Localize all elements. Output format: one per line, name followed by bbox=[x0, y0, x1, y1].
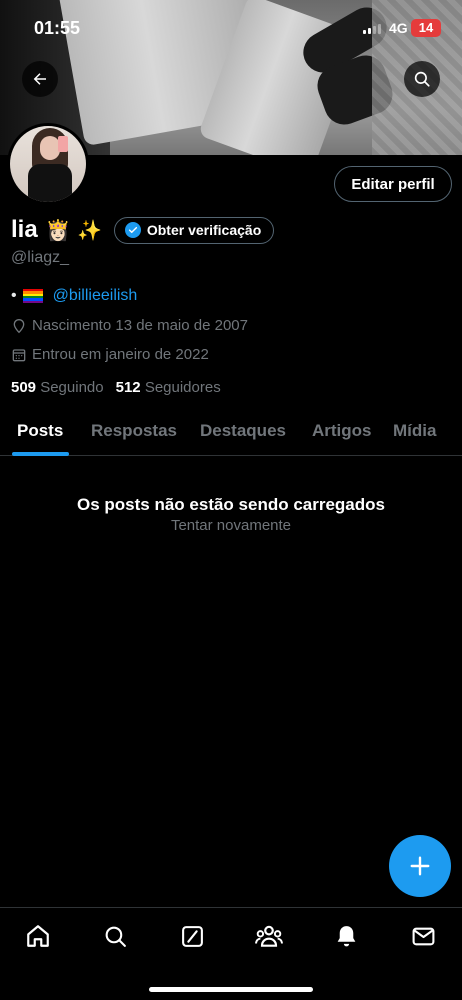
communities-icon bbox=[255, 925, 283, 947]
profile-name-row: lia 👸🏻 ✨ Obter verificação bbox=[11, 215, 275, 245]
nav-search[interactable] bbox=[101, 922, 129, 950]
display-name: lia bbox=[11, 216, 38, 243]
arrow-left-icon bbox=[33, 73, 46, 85]
join-date: Entrou em janeiro de 2022 bbox=[11, 346, 209, 363]
status-time: 01:55 bbox=[34, 18, 81, 38]
profile-bio: • @billieeilish bbox=[11, 287, 137, 305]
followers-label: Seguidores bbox=[144, 379, 221, 396]
grok-icon bbox=[181, 925, 203, 947]
search-button[interactable] bbox=[404, 61, 440, 97]
location-pin-icon bbox=[13, 318, 25, 333]
retry-link[interactable]: Tentar novamente bbox=[0, 517, 462, 534]
calendar-icon bbox=[12, 348, 26, 361]
followers-link[interactable]: 512 Seguidores bbox=[116, 379, 221, 396]
nav-messages[interactable] bbox=[409, 922, 437, 950]
notifications-icon bbox=[337, 926, 355, 947]
bio-mention-link[interactable]: @billieeilish bbox=[53, 287, 138, 305]
network-type: 4G bbox=[389, 20, 408, 36]
name-emoji: 👸🏻 ✨ bbox=[45, 218, 102, 242]
home-indicator[interactable] bbox=[149, 987, 313, 992]
search-icon bbox=[105, 926, 126, 947]
messages-icon bbox=[412, 927, 434, 945]
signal-icon bbox=[363, 24, 381, 34]
nav-grok[interactable] bbox=[178, 922, 206, 950]
tab-media[interactable]: Mídia bbox=[393, 421, 436, 441]
status-bar: 01:55 4G 14 bbox=[0, 14, 462, 44]
tab-highlights[interactable]: Destaques bbox=[200, 421, 286, 441]
tab-replies[interactable]: Respostas bbox=[91, 421, 177, 441]
feed-error-title: Os posts não estão sendo carregados bbox=[77, 495, 385, 514]
back-button[interactable] bbox=[22, 61, 58, 97]
nav-home[interactable] bbox=[24, 922, 52, 950]
avatar[interactable] bbox=[7, 123, 89, 205]
home-icon bbox=[27, 925, 49, 947]
bio-bullet: • bbox=[11, 287, 17, 304]
nav-notifications[interactable] bbox=[332, 922, 360, 950]
compose-post-button[interactable] bbox=[389, 835, 451, 897]
profile-tabs: Posts Respostas Destaques Artigos Mídia bbox=[0, 410, 462, 456]
following-count: 509 bbox=[11, 379, 37, 396]
verified-badge-icon bbox=[124, 222, 141, 238]
get-verified-label: Obter verificação bbox=[146, 222, 262, 238]
tab-posts[interactable]: Posts bbox=[17, 421, 63, 441]
birth-date-text: Nascimento 13 de maio de 2007 bbox=[32, 317, 248, 334]
active-tab-indicator bbox=[12, 452, 69, 456]
plus-icon bbox=[410, 856, 430, 876]
rainbow-flag-icon bbox=[22, 289, 43, 303]
join-date-text: Entrou em janeiro de 2022 bbox=[32, 346, 209, 363]
search-icon bbox=[414, 71, 430, 87]
avatar-photo bbox=[10, 126, 86, 202]
battery-indicator: 14 bbox=[411, 19, 441, 37]
following-label: Seguindo bbox=[40, 379, 104, 396]
tab-articles[interactable]: Artigos bbox=[312, 421, 372, 441]
follow-stats: 509 Seguindo 512 Seguidores bbox=[11, 379, 221, 396]
followers-count: 512 bbox=[115, 379, 141, 396]
username-handle: @liagz_ bbox=[11, 249, 70, 266]
edit-profile-button[interactable]: Editar perfil bbox=[334, 166, 452, 202]
following-link[interactable]: 509 Seguindo bbox=[11, 379, 104, 396]
birth-date: Nascimento 13 de maio de 2007 bbox=[11, 317, 248, 334]
get-verified-button[interactable]: Obter verificação bbox=[113, 216, 275, 244]
nav-communities[interactable] bbox=[255, 922, 283, 950]
